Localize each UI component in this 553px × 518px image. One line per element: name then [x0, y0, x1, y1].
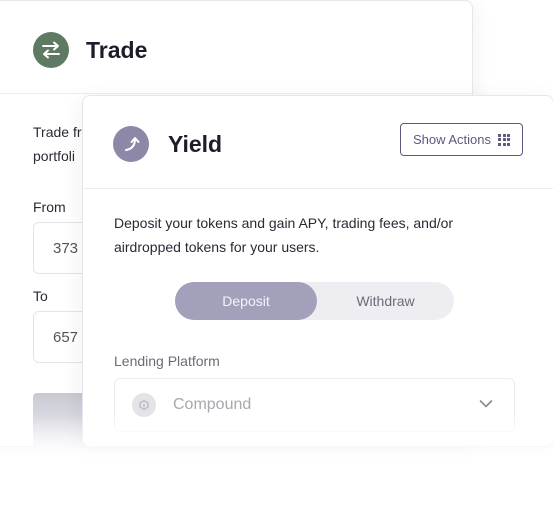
curved-arrow-up-icon [113, 126, 149, 162]
swap-arrows-icon [33, 32, 69, 68]
grid-icon [498, 133, 511, 146]
page-fade [0, 415, 553, 475]
lending-platform-value: Compound [173, 396, 252, 413]
yield-card: Yield Show Actions Deposit your tokens a… [82, 95, 553, 447]
trade-title: Trade [86, 37, 148, 63]
withdraw-tab[interactable]: Withdraw [317, 282, 454, 320]
show-actions-label: Show Actions [412, 132, 492, 147]
yield-header: Yield Show Actions [83, 96, 553, 189]
yield-title: Yield [168, 131, 223, 157]
from-label: From [33, 199, 66, 215]
yield-description: Deposit your tokens and gain APY, tradin… [114, 215, 454, 255]
trade-description: Trade fr portfoli [33, 124, 82, 164]
lending-platform-label: Lending Platform [114, 353, 220, 369]
deposit-tab[interactable]: Deposit [175, 282, 317, 320]
from-amount-value: 373 [53, 240, 79, 257]
chevron-down-icon [479, 400, 493, 408]
to-label: To [33, 288, 48, 304]
deposit-withdraw-toggle: Deposit Withdraw [175, 282, 454, 320]
show-actions-button[interactable]: Show Actions [400, 123, 523, 156]
trade-header: Trade [0, 1, 472, 94]
to-amount-value: 657 [53, 329, 79, 346]
compound-icon [132, 393, 156, 417]
